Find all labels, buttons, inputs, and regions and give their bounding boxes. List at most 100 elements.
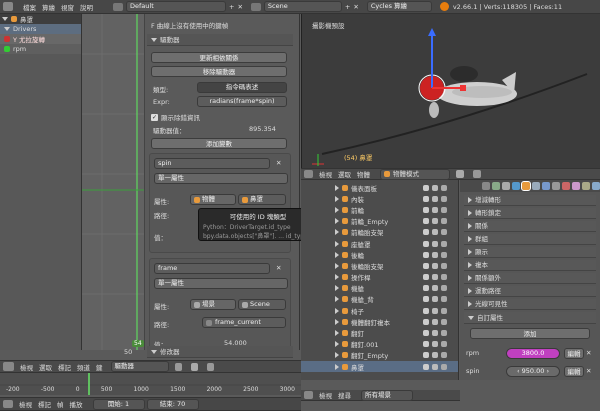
timeline-menu-playback[interactable]: 播放 — [70, 399, 83, 409]
update-dependencies-button[interactable]: 更新相依關係 — [151, 52, 287, 63]
outliner-item[interactable]: 翻釘.001 — [301, 339, 458, 350]
expand-icon[interactable] — [335, 274, 339, 281]
visibility-icon[interactable] — [423, 285, 429, 292]
render-icon[interactable] — [441, 229, 447, 236]
visibility-icon[interactable] — [423, 184, 429, 191]
graph-editor-icon[interactable] — [3, 362, 14, 371]
particles-tab-icon[interactable] — [582, 182, 590, 190]
expand-icon[interactable] — [335, 229, 339, 236]
outliner-item[interactable]: 翻釘 — [301, 327, 458, 338]
pivot-icon[interactable] — [473, 170, 481, 178]
expand-icon[interactable] — [335, 341, 339, 348]
custom-properties-header[interactable]: 自訂屬性 — [464, 312, 596, 324]
physics-tab-icon[interactable] — [592, 182, 600, 190]
selectable-icon[interactable] — [432, 229, 438, 236]
property-section-header[interactable]: 關係 — [464, 221, 596, 232]
start-frame-field[interactable]: 開始: 1 — [92, 398, 145, 410]
selectable-icon[interactable] — [432, 330, 438, 337]
variable-type-selector[interactable]: 單一屬性 — [154, 278, 288, 289]
current-frame-marker[interactable]: 54 — [132, 340, 144, 347]
outliner-item[interactable]: 前輪胎支架 — [301, 227, 458, 238]
selectable-icon[interactable] — [432, 240, 438, 247]
graph-menu-marker[interactable]: 標記 — [58, 362, 71, 372]
render-tab-icon[interactable] — [482, 182, 490, 190]
outliner-item[interactable]: 後輪 — [301, 249, 458, 260]
property-section-header[interactable]: 群組 — [464, 234, 596, 245]
scene-add-button[interactable]: + — [345, 3, 350, 11]
modifiers-section-header[interactable]: 修改器 — [147, 346, 293, 358]
timeline-ruler[interactable]: -200 -500 0 500 1000 1500 2000 2500 3000 — [0, 373, 301, 395]
world-tab-icon[interactable] — [512, 182, 520, 190]
id-name-field[interactable]: Scene — [238, 299, 286, 310]
render-icon[interactable] — [441, 218, 447, 225]
3d-viewport[interactable]: 攝影機預設 (54) 鼻罩 — [301, 14, 600, 168]
expand-icon[interactable] — [335, 251, 339, 258]
visibility-icon[interactable] — [423, 352, 429, 359]
expand-icon[interactable] — [335, 330, 339, 337]
selectable-icon[interactable] — [432, 274, 438, 281]
driver-type-selector[interactable]: 指令碼表述 — [197, 82, 287, 93]
render-icon[interactable] — [441, 285, 447, 292]
menu-help[interactable]: 說明 — [80, 2, 93, 12]
outliner-filter-selector[interactable]: 所有場景 — [361, 389, 413, 401]
add-property-button[interactable]: 添加 — [470, 328, 590, 339]
render-icon[interactable] — [441, 307, 447, 314]
layers-tab-icon[interactable] — [492, 182, 500, 190]
render-icon[interactable] — [441, 296, 447, 303]
layout-selector[interactable]: Default — [126, 1, 226, 12]
render-icon[interactable] — [441, 318, 447, 325]
graph-mode-selector[interactable]: 驅動器 — [110, 361, 169, 372]
render-icon[interactable] — [441, 341, 447, 348]
render-icon[interactable] — [441, 206, 447, 213]
viewport-menu-view[interactable]: 檢視 — [319, 169, 332, 179]
property-section-header[interactable]: 顯示 — [464, 247, 596, 258]
render-icon[interactable] — [441, 363, 447, 370]
expand-icon[interactable] — [335, 318, 339, 325]
scene-selector[interactable]: Scene — [263, 1, 342, 12]
selectable-icon[interactable] — [432, 363, 438, 370]
layout-icon[interactable] — [113, 2, 123, 11]
visibility-icon[interactable] — [423, 363, 429, 370]
outliner-item[interactable]: 機艙 — [301, 283, 458, 294]
menu-window[interactable]: 視窗 — [61, 2, 74, 12]
outliner-item[interactable]: 機體翻釘複本 — [301, 316, 458, 327]
timeline-menu-view[interactable]: 檢視 — [19, 399, 32, 409]
expand-icon[interactable] — [335, 307, 339, 314]
expand-icon[interactable] — [335, 352, 339, 359]
outliner-item[interactable]: 儀表面板 — [301, 182, 458, 193]
render-icon[interactable] — [441, 240, 447, 247]
filter-icon[interactable] — [174, 362, 182, 371]
rpm-remove-icon[interactable]: ✕ — [586, 349, 591, 357]
graph-menu-key[interactable]: 鍵 — [96, 362, 103, 372]
outliner-item[interactable]: 椅子 — [301, 305, 458, 316]
spin-value-field[interactable]: ‹ 950.00 › — [506, 365, 560, 377]
add-variable-button[interactable]: 添加變數 — [151, 138, 287, 149]
timeline-menu-frame[interactable]: 幀 — [57, 399, 64, 409]
graph-menu-channel[interactable]: 頻道 — [77, 362, 90, 372]
expand-icon[interactable] — [335, 195, 339, 202]
spin-remove-icon[interactable]: ✕ — [586, 367, 591, 375]
show-debug-checkbox[interactable]: ✓ 顯示除錯資訊 — [151, 112, 200, 122]
mode-selector[interactable]: 物體模式 — [380, 168, 450, 180]
outliner-icon[interactable] — [304, 391, 313, 399]
timeline-menu-marker[interactable]: 標記 — [38, 399, 51, 409]
outliner-menu-search[interactable]: 搜尋 — [338, 390, 351, 400]
selectable-icon[interactable] — [432, 352, 438, 359]
driver-section-header[interactable]: 驅動器 — [147, 34, 293, 46]
id-name-field[interactable]: 鼻罩 — [238, 194, 286, 205]
material-tab-icon[interactable] — [562, 182, 570, 190]
graph-menu-view[interactable]: 檢視 — [20, 362, 33, 372]
texture-tab-icon[interactable] — [572, 182, 580, 190]
snap-icon[interactable] — [206, 362, 214, 371]
outliner-item[interactable]: 前輪_Empty — [301, 216, 458, 227]
visibility-icon[interactable] — [423, 307, 429, 314]
outliner-item[interactable]: 操作桿 — [301, 272, 458, 283]
channel-object[interactable]: 鼻罩 — [0, 14, 81, 24]
property-section-header[interactable]: 運動路徑 — [464, 286, 596, 297]
visibility-icon[interactable] — [423, 330, 429, 337]
channel-item-rpm[interactable]: rpm — [0, 44, 81, 54]
remove-variable-icon[interactable]: ✕ — [276, 159, 281, 167]
render-icon[interactable] — [441, 262, 447, 269]
expand-icon[interactable] — [335, 363, 339, 370]
visibility-icon[interactable] — [423, 195, 429, 202]
